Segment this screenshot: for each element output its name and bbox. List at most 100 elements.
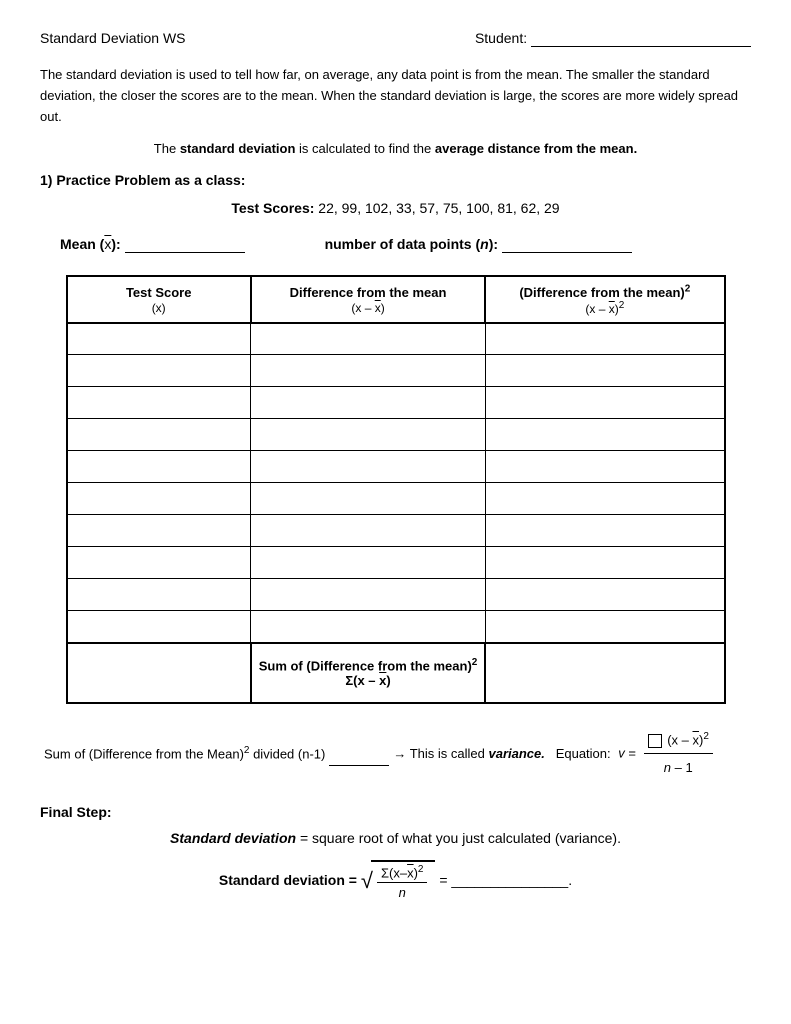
sum-empty-col1 (67, 643, 251, 703)
final-step-label: Final Step: (40, 804, 751, 820)
student-blank (531, 30, 751, 47)
fraction-numerator: (x – x)2 (644, 728, 713, 755)
cell-diff-sq (485, 547, 724, 579)
fraction-denominator: n – 1 (660, 754, 697, 779)
cell-diff-sq (485, 451, 724, 483)
col2-header: Difference from the mean (x – x) (251, 276, 485, 322)
cell-diff (251, 579, 485, 611)
cell-diff (251, 547, 485, 579)
col3-header-text: (Difference from the mean)2 (519, 285, 690, 300)
sd-bold: Standard deviation (170, 830, 296, 846)
sd-fraction: Σ(x–x)2 n (377, 864, 428, 900)
sqrt-content: Σ(x–x)2 n (371, 860, 436, 902)
cell-score (67, 483, 251, 515)
sum-value-col3 (485, 643, 724, 703)
student-field: Student: (475, 30, 751, 47)
sd-formula-label: Standard deviation = (219, 872, 357, 888)
cell-diff-sq (485, 611, 724, 643)
col1-sub: (x) (152, 301, 166, 315)
data-table: Test Score (x) Difference from the mean … (66, 275, 726, 703)
table-row (67, 323, 725, 355)
table-row (67, 515, 725, 547)
cell-diff (251, 387, 485, 419)
bold-statement: The standard deviation is calculated to … (40, 141, 751, 156)
variance-blank (329, 742, 389, 766)
col1-header: Test Score (x) (67, 276, 251, 322)
cell-diff-sq (485, 483, 724, 515)
problem-heading: 1) Practice Problem as a class: (40, 172, 751, 188)
col3-sub: (x – x)2 (585, 302, 624, 316)
table-row (67, 419, 725, 451)
sd-statement: Standard deviation = square root of what… (40, 830, 751, 846)
cell-diff (251, 483, 485, 515)
table-row (67, 547, 725, 579)
col1-header-text: Test Score (126, 285, 192, 300)
variance-arrow: → This is called variance. Equation: (393, 742, 610, 765)
cell-diff-sq (485, 387, 724, 419)
sum-formula: Σ(x – x) (252, 673, 484, 688)
col2-header-text: Difference from the mean (290, 285, 447, 300)
table-row (67, 483, 725, 515)
n-label: number of data points (n): (325, 236, 632, 253)
cell-score (67, 387, 251, 419)
col2-sub: (x – x) (351, 301, 384, 315)
bold-mid: is calculated to find the (299, 141, 435, 156)
cell-diff-sq (485, 515, 724, 547)
cell-diff (251, 611, 485, 643)
scores-values: 22, 99, 102, 33, 57, 75, 100, 81, 62, 29 (318, 200, 559, 216)
col3-header: (Difference from the mean)2 (x – x)2 (485, 276, 724, 322)
bold-term1: standard deviation (180, 141, 296, 156)
sum-cell: Sum of (Difference from the mean)2 Σ(x –… (251, 643, 485, 703)
cell-diff-sq (485, 419, 724, 451)
cell-score (67, 419, 251, 451)
sd-denom: n (395, 883, 410, 900)
sum-row: Sum of (Difference from the mean)2 Σ(x –… (67, 643, 725, 703)
student-label: Student: (475, 30, 527, 46)
cell-score (67, 515, 251, 547)
header: Standard Deviation WS Student: (40, 30, 751, 47)
variance-fraction: (x – x)2 n – 1 (644, 728, 713, 780)
table-header-row: Test Score (x) Difference from the mean … (67, 276, 725, 322)
mean-label: Mean (x): (60, 236, 325, 253)
sd-statement-post: = square root of what you just calculate… (300, 830, 621, 846)
worksheet-title: Standard Deviation WS (40, 30, 186, 46)
cell-score (67, 355, 251, 387)
box-bracket (648, 734, 662, 748)
cell-score (67, 579, 251, 611)
cell-diff-sq (485, 579, 724, 611)
table-row (67, 611, 725, 643)
variance-section: Sum of (Difference from the Mean)2 divid… (40, 728, 751, 780)
table-row (67, 579, 725, 611)
bold-term2: average distance from the mean. (435, 141, 637, 156)
mean-blank (125, 236, 245, 253)
sqrt-wrapper: √ Σ(x–x)2 n (361, 860, 436, 902)
cell-diff (251, 451, 485, 483)
variance-eq: v = (x – x)2 n – 1 (615, 728, 717, 780)
cell-diff (251, 419, 485, 451)
cell-diff (251, 323, 485, 355)
cell-score (67, 611, 251, 643)
variance-line: Sum of (Difference from the Mean)2 divid… (44, 728, 751, 780)
intro-paragraph: The standard deviation is used to tell h… (40, 65, 751, 127)
scores-label: Test Scores: (231, 200, 314, 216)
cell-diff-sq (485, 355, 724, 387)
table-row (67, 387, 725, 419)
sum-label: Sum of (Difference from the mean)2 (252, 657, 484, 673)
cell-diff-sq (485, 323, 724, 355)
cell-score (67, 323, 251, 355)
cell-score (67, 547, 251, 579)
bold-pre: The (154, 141, 180, 156)
cell-diff (251, 355, 485, 387)
test-scores: Test Scores: 22, 99, 102, 33, 57, 75, 10… (40, 200, 751, 216)
n-blank (502, 236, 632, 253)
sd-equals-blank: = _______________. (439, 872, 572, 888)
table-row (67, 451, 725, 483)
table-row (67, 355, 725, 387)
sd-numer: Σ(x–x)2 (377, 864, 428, 883)
cell-score (67, 451, 251, 483)
final-step: Final Step: Standard deviation = square … (40, 804, 751, 902)
cell-diff (251, 515, 485, 547)
variance-text-pre: Sum of (Difference from the Mean)2 divid… (44, 742, 325, 766)
mean-row: Mean (x): number of data points (n): (40, 236, 751, 253)
sd-formula: Standard deviation = √ Σ(x–x)2 n = _____… (40, 860, 751, 902)
